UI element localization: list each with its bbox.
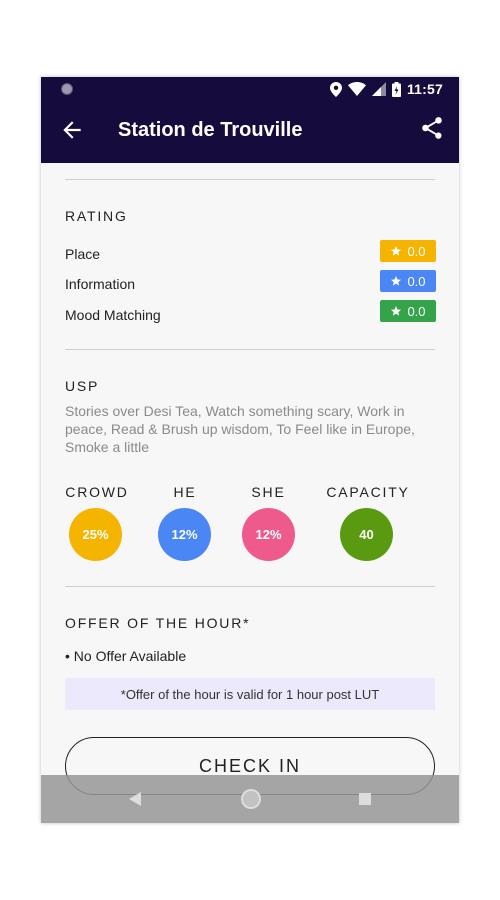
page-title: Station de Trouville xyxy=(118,119,303,141)
divider xyxy=(65,179,435,180)
usp-title: USP xyxy=(65,378,100,394)
rating-value-information: 0.0 xyxy=(407,273,426,289)
rating-value-mood-matching: 0.0 xyxy=(407,303,426,319)
divider xyxy=(65,349,435,350)
arrow-back-icon[interactable] xyxy=(59,117,85,143)
stat-circle-he: 12% xyxy=(158,508,211,561)
system-nav-bar xyxy=(41,775,459,823)
stat-circle-she: 12% xyxy=(242,508,295,561)
rating-label-place: Place xyxy=(65,246,101,262)
status-time: 11:57 xyxy=(406,81,443,97)
share-icon[interactable] xyxy=(419,115,445,141)
stat-label-he: HE xyxy=(173,484,197,500)
status-icons: 11:57 xyxy=(329,80,443,98)
usp-text: Stories over Desi Tea, Watch something s… xyxy=(65,403,415,455)
notification-dot-icon xyxy=(61,83,73,95)
app-bar: Station de Trouville xyxy=(41,101,459,163)
star-icon xyxy=(391,246,402,256)
stat-circle-crowd: 25% xyxy=(69,508,122,561)
nav-back-icon[interactable] xyxy=(129,792,141,806)
nav-home-icon[interactable] xyxy=(241,789,261,809)
offer-note: *Offer of the hour is valid for 1 hour p… xyxy=(65,678,435,710)
offer-title: OFFER OF THE HOUR* xyxy=(65,615,251,631)
battery-charging-icon xyxy=(391,81,401,97)
rating-badge-place: 0.0 xyxy=(380,240,436,262)
status-bar: 11:57 xyxy=(41,77,459,101)
rating-label-mood-matching: Mood Matching xyxy=(65,307,161,323)
rating-label-information: Information xyxy=(65,276,136,292)
rating-badge-mood-matching: 0.0 xyxy=(380,300,436,322)
phone-screen: 11:57 Station de Trouville RATING Place … xyxy=(41,77,459,823)
stat-label-crowd: CROWD xyxy=(65,484,129,500)
nav-recent-apps-icon[interactable] xyxy=(359,793,371,805)
wifi-icon xyxy=(347,82,366,96)
cell-signal-icon xyxy=(371,82,386,96)
divider xyxy=(65,586,435,587)
stat-circle-capacity: 40 xyxy=(340,508,393,561)
star-icon xyxy=(391,306,402,316)
stat-label-capacity: CAPACITY xyxy=(326,484,410,500)
rating-title: RATING xyxy=(65,208,128,224)
stat-label-she: SHE xyxy=(251,484,286,500)
offer-item: • No Offer Available xyxy=(65,648,187,664)
location-icon xyxy=(329,81,342,97)
rating-value-place: 0.0 xyxy=(407,243,426,259)
star-icon xyxy=(391,276,402,286)
content-area[interactable]: RATING Place 0.0 Information 0.0 Mood Ma… xyxy=(41,163,459,823)
rating-badge-information: 0.0 xyxy=(380,270,436,292)
